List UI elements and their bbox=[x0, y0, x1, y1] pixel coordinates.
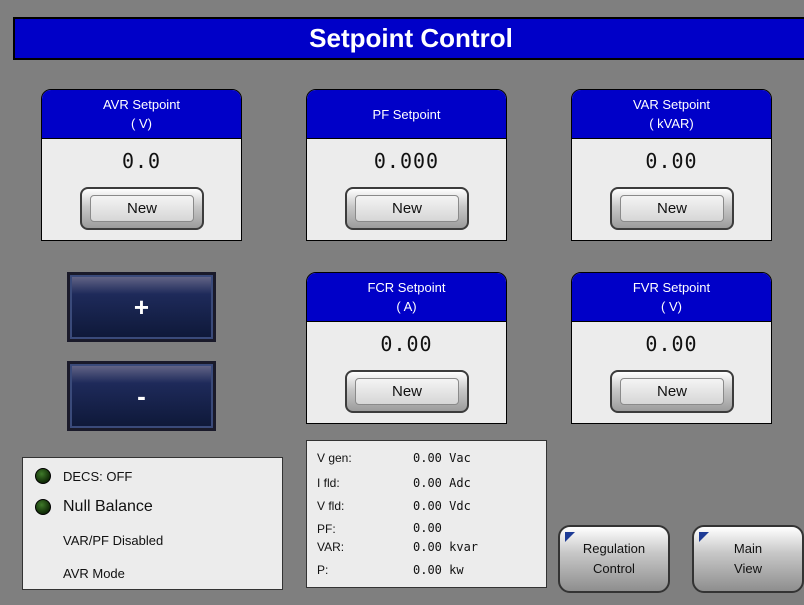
mode-status-text: AVR Mode bbox=[63, 566, 125, 581]
meter-label: VAR: bbox=[317, 540, 345, 554]
regulation-control-label-line2: Control bbox=[593, 561, 635, 576]
meter-value: 0.00 Adc bbox=[413, 476, 471, 490]
avr-setpoint-title: AVR Setpoint bbox=[102, 97, 181, 112]
pf-setpoint-title: PF Setpoint bbox=[372, 106, 441, 122]
main-view-label-line1: Main bbox=[733, 541, 763, 556]
meter-label: V fld: bbox=[317, 499, 345, 513]
pf-setpoint-header: PF Setpoint bbox=[307, 90, 506, 139]
avr-setpoint-panel: AVR Setpoint ( V) 0.0 New bbox=[41, 89, 242, 241]
main-view-label-line2: View bbox=[734, 561, 762, 576]
fvr-new-label: New bbox=[620, 378, 724, 405]
null-balance-text: Null Balance bbox=[63, 498, 153, 515]
fvr-setpoint-value: 0.00 bbox=[645, 332, 698, 356]
decs-status-text: DECS: OFF bbox=[63, 468, 133, 484]
lower-button[interactable]: - bbox=[67, 361, 216, 431]
page-title: Setpoint Control bbox=[13, 17, 804, 60]
fvr-setpoint-unit: ( V) bbox=[661, 299, 682, 314]
var-new-button[interactable]: New bbox=[610, 187, 734, 230]
meter-label: PF: bbox=[317, 522, 336, 536]
metering-panel: V gen: 0.00 Vac I fld: 0.00 Adc V fld: 0… bbox=[306, 440, 547, 588]
status-panel: DECS: OFF Null Balance VAR/PF Disabled A… bbox=[22, 457, 283, 590]
meter-label: I fld: bbox=[317, 476, 340, 490]
meter-value: 0.00 kvar bbox=[413, 540, 479, 554]
var-setpoint-value: 0.00 bbox=[645, 149, 698, 173]
fcr-setpoint-header: FCR Setpoint ( A) bbox=[307, 273, 506, 322]
meter-value: 0.00 Vac bbox=[413, 451, 471, 465]
var-pf-status-text: VAR/PF Disabled bbox=[63, 533, 164, 548]
meter-label: P: bbox=[317, 563, 329, 577]
decs-led-indicator bbox=[35, 468, 51, 484]
var-setpoint-header: VAR Setpoint ( kVAR) bbox=[572, 90, 771, 139]
mode-status-row: AVR Mode bbox=[63, 566, 125, 581]
pf-new-label: New bbox=[355, 195, 459, 222]
decs-status-row: DECS: OFF bbox=[23, 468, 132, 484]
raise-button[interactable]: + bbox=[67, 272, 216, 342]
fcr-new-label: New bbox=[355, 378, 459, 405]
avr-setpoint-unit: ( V) bbox=[131, 116, 152, 131]
var-setpoint-panel: VAR Setpoint ( kVAR) 0.00 New bbox=[571, 89, 772, 241]
fvr-setpoint-panel: FVR Setpoint ( V) 0.00 New bbox=[571, 272, 772, 424]
fvr-new-button[interactable]: New bbox=[610, 370, 734, 413]
meter-value: 0.00 kw bbox=[413, 563, 464, 577]
avr-setpoint-value: 0.0 bbox=[121, 149, 162, 173]
null-balance-row: Null Balance bbox=[23, 498, 153, 516]
regulation-control-button[interactable]: Regulation Control bbox=[558, 525, 670, 593]
null-balance-led-indicator bbox=[35, 499, 51, 515]
regulation-control-label-line1: Regulation bbox=[582, 541, 646, 556]
fcr-setpoint-title: FCR Setpoint bbox=[367, 280, 446, 295]
corner-triangle-icon bbox=[565, 532, 575, 542]
fvr-setpoint-header: FVR Setpoint ( V) bbox=[572, 273, 771, 322]
pf-setpoint-panel: PF Setpoint 0.000 New bbox=[306, 89, 507, 241]
meter-value: 0.00 Vdc bbox=[413, 499, 471, 513]
fcr-setpoint-value: 0.00 bbox=[380, 332, 433, 356]
fvr-setpoint-title: FVR Setpoint bbox=[632, 280, 711, 295]
var-setpoint-title: VAR Setpoint bbox=[632, 97, 711, 112]
avr-new-label: New bbox=[90, 195, 194, 222]
fcr-setpoint-panel: FCR Setpoint ( A) 0.00 New bbox=[306, 272, 507, 424]
main-view-button[interactable]: Main View bbox=[692, 525, 804, 593]
var-new-label: New bbox=[620, 195, 724, 222]
corner-triangle-icon bbox=[699, 532, 709, 542]
fcr-setpoint-unit: ( A) bbox=[396, 299, 417, 314]
pf-setpoint-value: 0.000 bbox=[373, 149, 440, 173]
fcr-new-button[interactable]: New bbox=[345, 370, 469, 413]
pf-new-button[interactable]: New bbox=[345, 187, 469, 230]
avr-setpoint-header: AVR Setpoint ( V) bbox=[42, 90, 241, 139]
meter-label: V gen: bbox=[317, 451, 352, 465]
meter-value: 0.00 bbox=[413, 521, 442, 535]
var-setpoint-unit: ( kVAR) bbox=[649, 116, 694, 131]
avr-new-button[interactable]: New bbox=[80, 187, 204, 230]
var-pf-status-row: VAR/PF Disabled bbox=[63, 533, 163, 548]
